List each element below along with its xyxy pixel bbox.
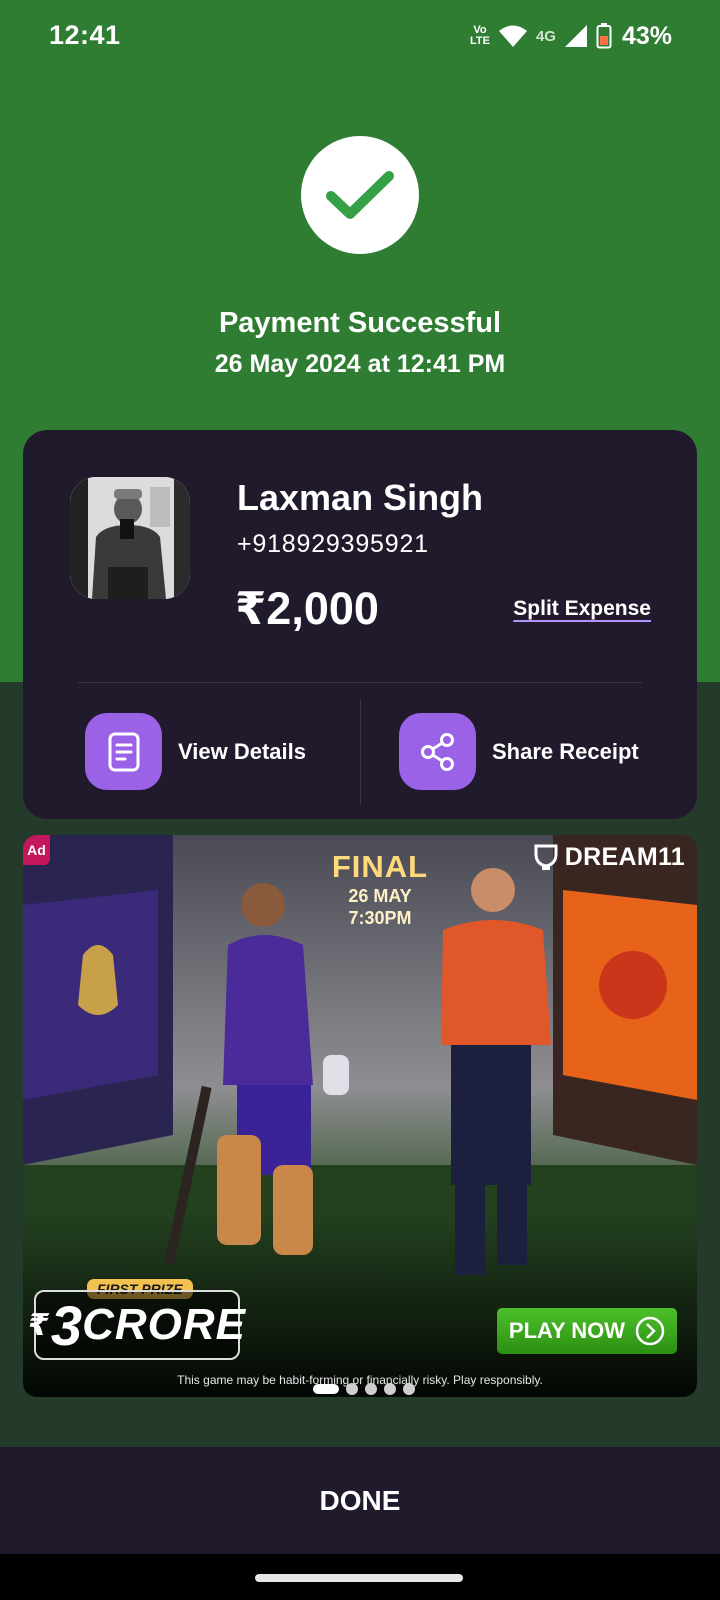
ad-banner[interactable]: Ad DREAM11 FINAL 26 MAY 7:30PM FIRST PRI… [23,835,697,1397]
dream11-trophy-icon [534,844,558,870]
share-icon [399,713,476,790]
home-indicator[interactable] [255,1574,463,1582]
ad-disclaimer: This game may be habit-forming or financ… [177,1373,543,1387]
payment-datetime: 26 May 2024 at 12:41 PM [214,350,506,378]
final-date: 26 MAY [348,886,412,906]
status-bar: 12:41 Vo LTE 4G 43% [0,0,720,72]
volte-bottom-label: LTE [469,35,490,47]
network-type: 4G [535,27,556,45]
system-navigation-bar [0,1554,720,1600]
battery-icon [596,23,612,49]
battery-percent: 43% [621,21,672,50]
wifi-icon [498,25,527,47]
prize-word: CRORE [82,1300,246,1349]
checkmark-icon [326,171,394,219]
prize-symbol: ₹ [28,1308,49,1342]
done-label: DONE [319,1484,401,1516]
person-photo-icon [70,477,190,599]
payment-card: Laxman Singh +918929395921 ₹2,000 Split … [23,430,697,819]
payment-status-title: Payment Successful [218,307,502,339]
payee-phone: +918929395921 [237,530,429,558]
payee-name: Laxman Singh [237,477,484,518]
share-receipt-label: Share Receipt [492,738,639,764]
view-details-button[interactable]: View Details [85,713,306,790]
prize-number: 3 [50,1293,83,1357]
share-receipt-button[interactable]: Share Receipt [399,713,639,790]
card-vertical-divider [360,699,361,805]
dream11-logo: DREAM11 [533,843,685,872]
document-icon [85,713,162,790]
done-button[interactable]: DONE [0,1447,720,1554]
play-now-button[interactable]: PLAY NOW [497,1308,677,1354]
view-details-label: View Details [178,738,306,764]
signal-icon [564,25,587,47]
success-check-icon [301,136,419,254]
prize-amount: ₹ 3 CRORE [28,1290,245,1360]
play-now-label: PLAY NOW [508,1318,626,1343]
brand-name: DREAM11 [564,843,685,871]
split-expense-link[interactable]: Split Expense [513,597,651,621]
volte-icon: Vo LTE [470,25,490,47]
status-time: 12:41 [49,20,121,50]
chevron-right-circle-icon [635,1316,665,1346]
final-match-info: FINAL 26 MAY 7:30PM [319,849,441,929]
payment-amount: ₹2,000 [235,583,379,634]
ad-badge: Ad [23,835,50,865]
final-time: 7:30PM [348,908,412,928]
final-title: FINAL [331,849,429,884]
avatar[interactable] [70,477,190,599]
card-divider [78,682,642,683]
status-icons: Vo LTE 4G 43% [470,20,672,52]
